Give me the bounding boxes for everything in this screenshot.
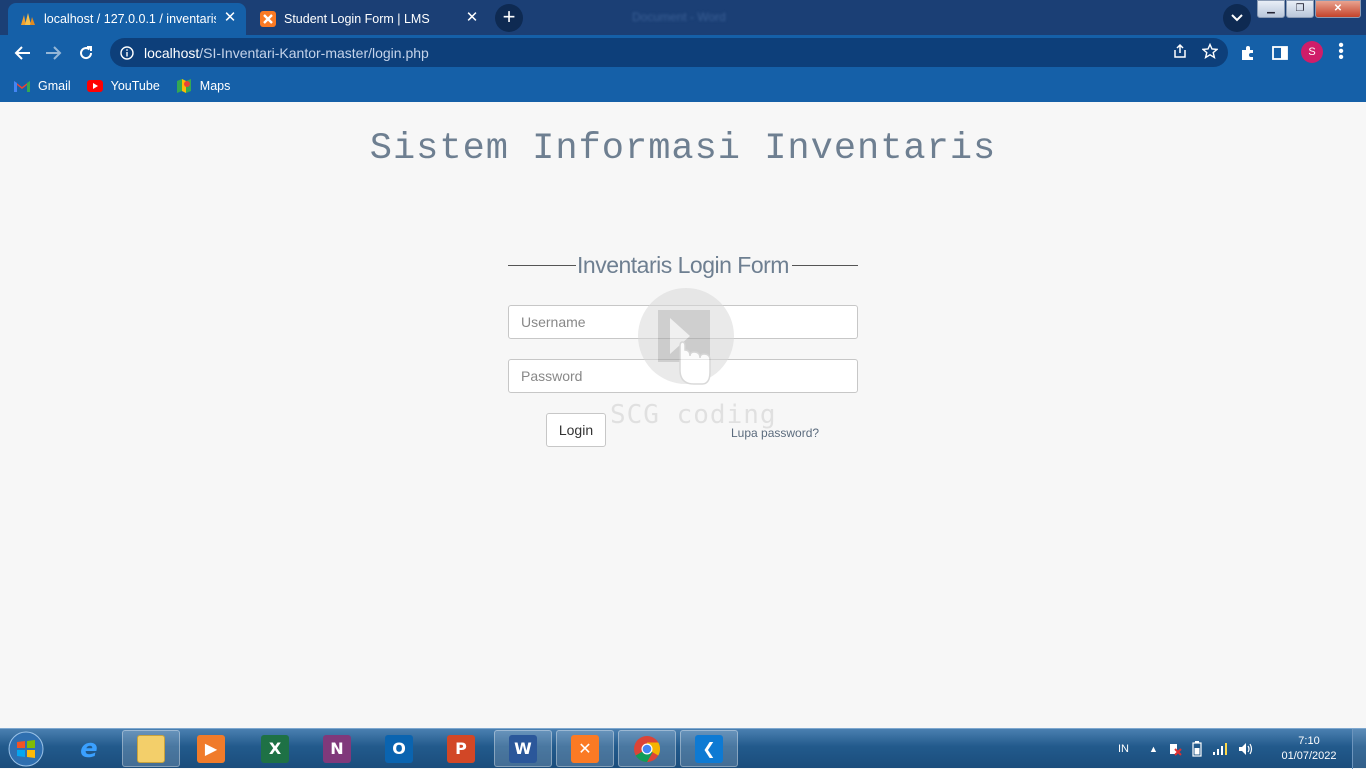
login-form-legend: Inventaris Login Form bbox=[508, 252, 858, 280]
excel-app[interactable]: X bbox=[246, 730, 304, 767]
extensions-icon[interactable] bbox=[1238, 43, 1258, 63]
username-input[interactable] bbox=[508, 305, 858, 339]
system-clock[interactable]: 7:10 01/07/2022 bbox=[1276, 734, 1342, 764]
window-controls: ▁ ❐ ✕ bbox=[1256, 0, 1361, 18]
explorer-app[interactable] bbox=[122, 730, 180, 767]
bookmark-maps[interactable]: Maps bbox=[176, 78, 231, 94]
url-host: localhost bbox=[144, 44, 200, 61]
page-content: Sistem Informasi Inventaris Inventaris L… bbox=[0, 102, 1366, 728]
xampp-icon: ✕ bbox=[571, 734, 599, 763]
clock-date: 01/07/2022 bbox=[1281, 750, 1337, 762]
side-panel-icon[interactable] bbox=[1270, 43, 1290, 63]
volume-icon[interactable] bbox=[1238, 742, 1254, 756]
browser-toolbar: localhost/SI-Inventari-Kantor-master/log… bbox=[0, 35, 1366, 70]
folder-icon bbox=[137, 734, 165, 763]
reload-button[interactable] bbox=[73, 40, 99, 66]
bookmark-youtube[interactable]: YouTube bbox=[86, 78, 160, 94]
vscode-icon: ❮ bbox=[695, 734, 723, 763]
word-app[interactable]: W bbox=[494, 730, 552, 767]
xampp-icon bbox=[260, 11, 276, 27]
youtube-icon bbox=[86, 78, 103, 94]
excel-icon: X bbox=[261, 734, 289, 763]
legend-line-right bbox=[792, 265, 858, 266]
powerpoint-icon: P bbox=[447, 734, 475, 763]
close-tab-icon[interactable]: ✕ bbox=[222, 10, 238, 26]
media-player-app[interactable]: ▶ bbox=[182, 730, 240, 767]
start-button[interactable] bbox=[4, 731, 48, 767]
tab-strip: localhost / 127.0.0.1 / inventaris_l ✕ S… bbox=[0, 0, 1366, 35]
login-button[interactable]: Login bbox=[546, 413, 606, 447]
reload-icon bbox=[80, 46, 93, 60]
chevron-down-icon bbox=[1231, 14, 1243, 22]
back-arrow-icon bbox=[14, 46, 30, 60]
onenote-icon: N bbox=[323, 734, 351, 763]
xampp-app[interactable]: ✕ bbox=[556, 730, 614, 767]
tab-phpmyadmin[interactable]: localhost / 127.0.0.1 / inventaris_l ✕ bbox=[8, 3, 246, 35]
network-icon[interactable] bbox=[1212, 742, 1228, 756]
info-icon bbox=[120, 45, 134, 60]
media-player-icon: ▶ bbox=[197, 734, 225, 763]
menu-kebab-icon[interactable]: • • • bbox=[1336, 38, 1346, 66]
onenote-app[interactable]: N bbox=[308, 730, 366, 767]
bookmark-star-icon[interactable] bbox=[1202, 43, 1218, 59]
maps-icon bbox=[176, 78, 192, 94]
internet-explorer-app[interactable]: e bbox=[60, 730, 118, 767]
address-bar[interactable]: localhost/SI-Inventari-Kantor-master/log… bbox=[110, 38, 1228, 67]
share-icon[interactable] bbox=[1172, 43, 1188, 59]
close-tab-icon[interactable]: ✕ bbox=[464, 10, 480, 26]
forward-button[interactable] bbox=[41, 40, 67, 66]
language-indicator[interactable]: IN bbox=[1118, 743, 1129, 755]
vscode-app[interactable]: ❮ bbox=[680, 730, 738, 767]
close-window-button[interactable]: ✕ bbox=[1315, 0, 1361, 18]
profile-avatar[interactable]: S bbox=[1301, 41, 1323, 63]
back-button[interactable] bbox=[9, 40, 35, 66]
url-path: /SI-Inventari-Kantor-master/login.php bbox=[199, 44, 429, 61]
bookmark-gmail[interactable]: Gmail bbox=[14, 78, 71, 94]
bookmark-label: Maps bbox=[199, 79, 231, 93]
internet-explorer-icon: e bbox=[80, 733, 98, 764]
outlook-icon: O bbox=[385, 734, 413, 763]
minimize-button[interactable]: ▁ bbox=[1257, 0, 1285, 18]
show-desktop-button[interactable] bbox=[1352, 729, 1366, 769]
tray-expand-icon[interactable]: ▲ bbox=[1149, 744, 1158, 754]
forward-arrow-icon bbox=[46, 46, 62, 60]
chrome-app[interactable] bbox=[618, 730, 676, 767]
system-tray: IN ▲ bbox=[1118, 729, 1254, 769]
page-title: Sistem Informasi Inventaris bbox=[369, 128, 997, 170]
action-center-icon[interactable] bbox=[1168, 742, 1182, 756]
tab-search-button[interactable] bbox=[1223, 4, 1251, 32]
password-input[interactable] bbox=[508, 359, 858, 393]
bookmark-label: Gmail bbox=[38, 79, 71, 93]
tab-title: Student Login Form | LMS bbox=[284, 12, 430, 26]
clock-time: 7:10 bbox=[1298, 735, 1320, 747]
new-tab-button[interactable]: + bbox=[495, 4, 523, 32]
bookmark-label: YouTube bbox=[110, 79, 160, 93]
windows-logo-icon bbox=[8, 731, 44, 767]
phpmyadmin-icon bbox=[20, 11, 36, 27]
outlook-app[interactable]: O bbox=[370, 730, 428, 767]
chrome-icon bbox=[634, 735, 661, 762]
powerpoint-app[interactable]: P bbox=[432, 730, 490, 767]
windows-taskbar: e ▶ X N O P W ✕ ❮ IN ▲ 7:10 01/07/2022 bbox=[0, 728, 1366, 769]
battery-icon[interactable] bbox=[1192, 741, 1202, 757]
forgot-password-link[interactable]: Lupa password? bbox=[731, 426, 819, 440]
tab-title: localhost / 127.0.0.1 / inventaris_l bbox=[44, 12, 216, 26]
gmail-icon bbox=[14, 78, 30, 94]
window-title: Document - Word bbox=[632, 10, 726, 24]
word-icon: W bbox=[509, 734, 537, 763]
bookmarks-bar: Gmail YouTube Maps bbox=[0, 70, 1366, 102]
tab-lms[interactable]: Student Login Form | LMS ✕ bbox=[248, 3, 488, 35]
maximize-button[interactable]: ❐ bbox=[1286, 0, 1314, 18]
